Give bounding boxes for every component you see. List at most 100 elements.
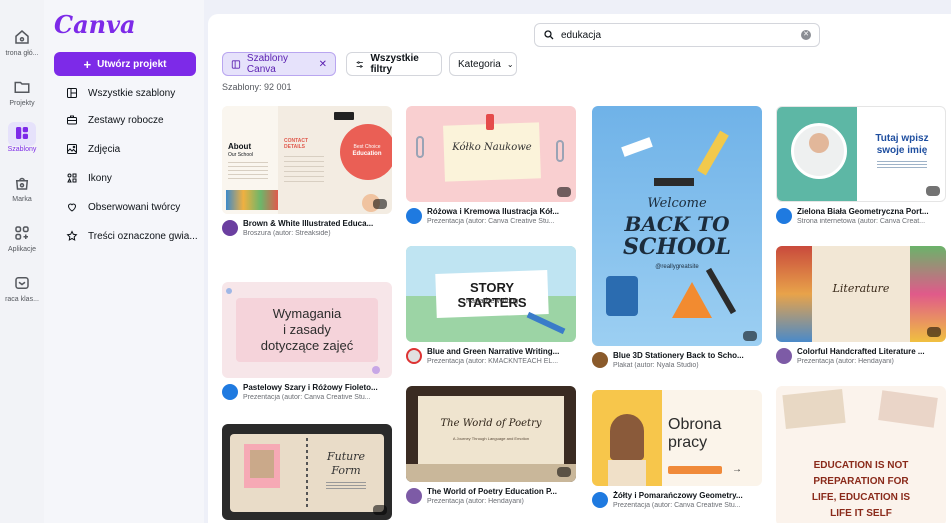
template-thumbnail[interactable]: Welcome BACK TO SCHOOL @reallygreatsite <box>592 106 762 346</box>
video-badge-icon <box>557 467 571 477</box>
template-card[interactable]: Welcome BACK TO SCHOOL @reallygreatsite … <box>592 106 762 369</box>
card-subtitle: Prezentacja (autor: Canva Creative Stu..… <box>613 502 741 509</box>
thumb-text: Literature <box>832 282 890 295</box>
filter-chip-canva-templates[interactable]: Szablony Canva ✕ <box>222 52 336 76</box>
template-thumbnail[interactable]: EDUCATION IS NOT PREPARATION FOR LIFE, E… <box>776 386 946 523</box>
rail-item-templates[interactable]: Szablony <box>0 122 44 153</box>
apps-icon <box>15 225 29 240</box>
video-badge-icon <box>743 331 757 341</box>
template-thumbnail[interactable]: Wymagania i zasady dotyczące zajęć <box>222 282 392 378</box>
template-card[interactable]: The World of Poetry A Journey Through La… <box>406 386 576 505</box>
create-project-button[interactable]: + Utwórz projekt <box>54 52 196 76</box>
templates-icon <box>16 126 28 139</box>
rail-item-home[interactable]: trona głó... <box>0 26 44 57</box>
avatar <box>406 348 422 364</box>
template-card[interactable]: Future Form <box>222 424 392 520</box>
rail-item-classwork[interactable]: raca klas... <box>0 272 44 303</box>
template-card[interactable]: About Our School CONTACT DETAILS Best Ch… <box>222 106 392 237</box>
nav-label: Wszystkie szablony <box>88 87 176 99</box>
search-box[interactable]: edukacja ✕ <box>534 23 820 47</box>
thumb-text: Form <box>331 464 361 477</box>
clear-search-icon[interactable]: ✕ <box>801 30 811 40</box>
thumb-text: pracy <box>668 434 708 451</box>
template-thumbnail[interactable]: Literature <box>776 246 946 342</box>
template-card[interactable]: EDUCATION IS NOT PREPARATION FOR LIFE, E… <box>776 386 946 523</box>
thumb-text: STORY STARTERS <box>457 280 527 310</box>
template-thumbnail[interactable]: Kółko Naukowe <box>406 106 576 202</box>
thumb-text: Future <box>327 450 365 463</box>
template-thumbnail[interactable]: Future Form <box>222 424 392 520</box>
video-badge-icon <box>557 187 571 197</box>
template-card[interactable]: Tutaj wpisz swoje imię Zielona Biała Geo… <box>776 106 946 225</box>
nav-item-kits[interactable]: Zestawy robocze <box>66 111 164 129</box>
nav-item-followed[interactable]: Obserwowani twórcy <box>66 198 180 216</box>
nav-label: Ikony <box>88 172 112 184</box>
layout-icon <box>231 59 241 69</box>
sliders-icon <box>356 60 363 68</box>
chip-label: Wszystkie filtry <box>370 53 419 75</box>
image-icon <box>67 144 77 154</box>
nav-item-all-templates[interactable]: Wszystkie szablony <box>66 84 175 102</box>
rail-item-projects[interactable]: Projekty <box>0 76 44 107</box>
template-card[interactable]: Wymagania i zasady dotyczące zajęć Paste… <box>222 282 392 401</box>
template-thumbnail[interactable]: About Our School CONTACT DETAILS Best Ch… <box>222 106 392 214</box>
nav-label: Treści oznaczone gwia... <box>88 230 198 242</box>
template-thumbnail[interactable]: STORY STARTERS Narrative Writing <box>406 246 576 342</box>
thumb-text: Our School <box>228 152 254 158</box>
avatar <box>592 352 608 368</box>
thumb-text: i zasady <box>283 322 331 337</box>
card-title: Brown & White Illustrated Educa... <box>243 219 374 228</box>
template-card[interactable]: Literature Colorful Handcrafted Literatu… <box>776 246 946 365</box>
thumb-text: Welcome <box>647 196 707 211</box>
star-icon <box>66 230 78 241</box>
card-subtitle: Prezentacja (autor: Hendayani) <box>427 498 524 505</box>
card-title: Pastelowy Szary i Różowy Fioleto... <box>243 383 378 392</box>
card-subtitle: Plakat (autor: Nyala Studio) <box>613 362 699 369</box>
card-title: Zielona Biała Geometryczna Port... <box>797 207 929 216</box>
card-title: The World of Poetry Education P... <box>427 487 557 496</box>
thumb-text: Tutaj wpisz <box>875 133 929 144</box>
template-card[interactable]: STORY STARTERS Narrative Writing Blue an… <box>406 246 576 365</box>
avatar <box>406 488 422 504</box>
template-card[interactable]: Kółko Naukowe Różowa i Kremowa Ilustracj… <box>406 106 576 225</box>
results-count: Szablony: 92 001 <box>222 82 292 92</box>
thumb-text: @reallygreatsite <box>655 264 699 270</box>
nav-rail: trona głó... Projekty Szablony Marka Apl… <box>0 0 44 523</box>
thumb-text: PREPARATION FOR <box>813 476 909 487</box>
nav-label: Zdjęcia <box>88 143 121 155</box>
canva-logo[interactable]: Canva <box>54 10 136 39</box>
thumb-text: LIFE IT SELF <box>830 508 892 519</box>
all-filters-button[interactable]: Wszystkie filtry <box>346 52 442 76</box>
search-input[interactable]: edukacja <box>561 30 601 41</box>
rail-label: Projekty <box>9 100 35 107</box>
thumb-text: DETAILS <box>284 144 306 150</box>
template-card[interactable]: Obrona pracy → Żółty i Pomarańczowy Geom… <box>592 390 762 509</box>
thumb-text: LIFE, EDUCATION IS <box>811 492 911 503</box>
thumb-text: The World of Poetry <box>440 418 542 429</box>
nav-item-starred[interactable]: Treści oznaczone gwia... <box>66 227 198 245</box>
card-title: Blue and Green Narrative Writing... <box>427 347 560 356</box>
template-thumbnail[interactable]: The World of Poetry A Journey Through La… <box>406 386 576 482</box>
main-content: edukacja ✕ Szablony Canva ✕ Wszystkie fi… <box>208 14 951 523</box>
briefcase-icon <box>67 115 77 125</box>
chip-label: Szablony Canva <box>246 53 289 75</box>
rail-item-apps[interactable]: Aplikacje <box>0 222 44 253</box>
avatar <box>222 220 238 236</box>
close-icon[interactable]: ✕ <box>319 59 327 70</box>
thumb-text: Wymagania <box>272 306 342 321</box>
card-subtitle: Prezentacja (autor: Canva Creative Stu..… <box>243 394 371 401</box>
template-thumbnail[interactable]: Tutaj wpisz swoje imię <box>776 106 946 202</box>
nav-label: Obserwowani twórcy <box>88 201 181 213</box>
category-dropdown[interactable]: Kategoria ⌄ <box>449 52 517 76</box>
shapes-icon <box>67 173 77 183</box>
rail-item-brand[interactable]: Marka <box>0 172 44 203</box>
chip-label: Kategoria <box>458 58 501 70</box>
nav-item-icons[interactable]: Ikony <box>66 169 112 187</box>
template-thumbnail[interactable]: Obrona pracy → <box>592 390 762 486</box>
nav-item-photos[interactable]: Zdjęcia <box>66 140 120 158</box>
card-title: Żółty i Pomarańczowy Geometry... <box>613 491 743 500</box>
classwork-icon <box>15 276 29 289</box>
video-badge-icon <box>373 505 387 515</box>
brand-icon <box>15 177 29 190</box>
rail-label: trona głó... <box>5 50 39 57</box>
